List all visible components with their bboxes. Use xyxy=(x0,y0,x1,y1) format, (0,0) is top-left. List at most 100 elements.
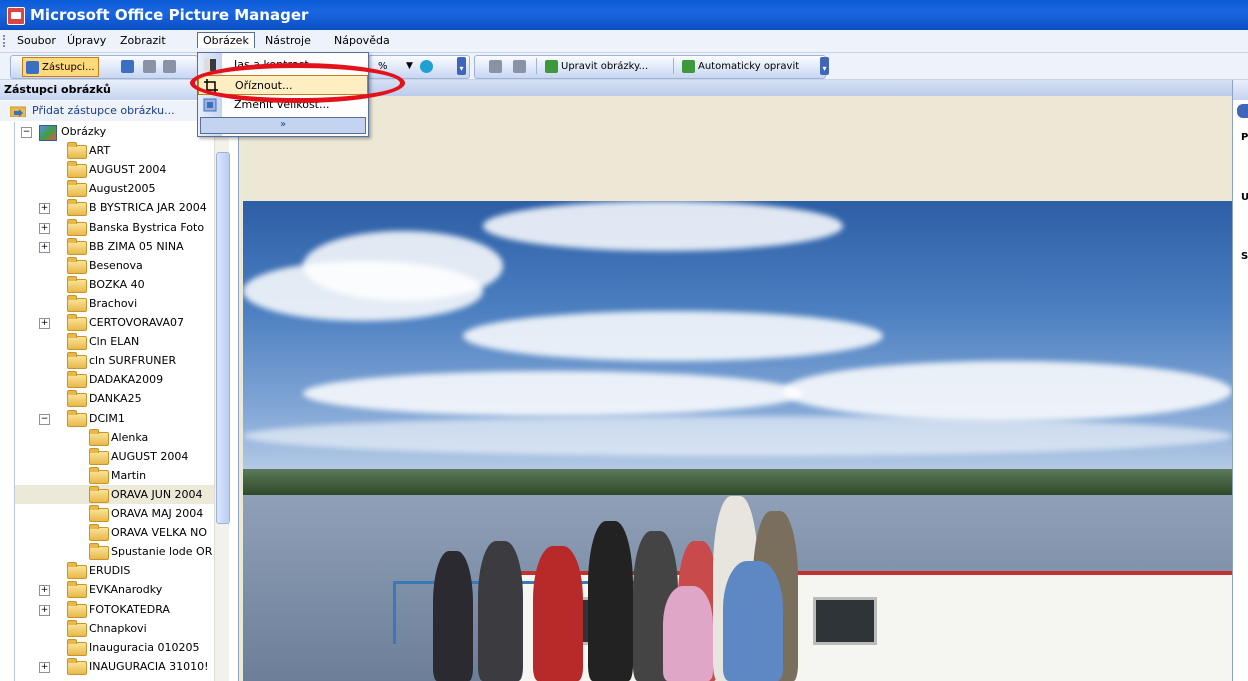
folder-icon xyxy=(67,199,87,216)
collapse-icon[interactable]: − xyxy=(21,127,32,138)
menu-grip-handle[interactable] xyxy=(3,35,8,47)
save-icon xyxy=(121,59,134,73)
tree-folder-row[interactable]: DADAKA2009 xyxy=(15,370,215,389)
photo-person xyxy=(663,586,713,681)
task-pane-letter: U xyxy=(1241,192,1248,203)
expand-menu-chevron[interactable]: » xyxy=(200,117,366,134)
scrollbar-thumb[interactable] xyxy=(216,152,230,524)
zoom-dropdown-arrow[interactable]: ▼ xyxy=(403,57,416,75)
folder-icon xyxy=(67,371,87,388)
toolbar-separator xyxy=(536,58,537,74)
menu-obrazek[interactable]: Obrázek xyxy=(197,32,255,48)
folder-icon xyxy=(67,390,87,407)
menu-zobrazit[interactable]: Zobrazit xyxy=(115,33,171,48)
task-pane-header xyxy=(1233,80,1248,100)
rotate-left-icon xyxy=(489,59,502,73)
tree-folder-label: ART xyxy=(89,144,111,157)
tree-folder-row[interactable]: Inauguracia 010205 xyxy=(15,638,215,657)
folder-icon xyxy=(89,505,109,522)
folder-icon xyxy=(67,562,87,579)
task-pane-edge: P U S xyxy=(1232,80,1248,681)
email-button[interactable] xyxy=(160,57,179,75)
tree-folder-label: BOZKA 40 xyxy=(89,278,145,291)
menu-nastroje[interactable]: Nástroje xyxy=(260,33,316,48)
tree-folder-row[interactable]: Alenka xyxy=(15,428,215,447)
menu-upravy[interactable]: Úpravy xyxy=(62,33,111,48)
folder-tree[interactable]: − Obrázky ART AUGUST 2004 August2005 + B BYS… xyxy=(14,122,229,681)
tree-folder-row[interactable]: − DCIM1 xyxy=(15,409,215,428)
expand-icon[interactable]: + xyxy=(39,223,50,234)
menu-bar: Soubor Úpravy Zobrazit Obrázek Nástroje … xyxy=(0,30,1248,53)
folder-icon xyxy=(67,314,87,331)
tree-folder-row[interactable]: ERUDIS xyxy=(15,561,215,580)
tree-folder-row[interactable]: + B BYSTRICA JAR 2004 xyxy=(15,198,215,217)
tree-folder-row[interactable]: BOZKA 40 xyxy=(15,275,215,294)
tree-folder-row[interactable]: + INAUGURACIA 31010! xyxy=(15,657,215,676)
menu-soubor[interactable]: Soubor xyxy=(12,33,61,48)
expand-icon[interactable]: + xyxy=(39,605,50,616)
tree-folder-row[interactable]: + CERTOVORAVA07 xyxy=(15,313,215,332)
tree-folder-row[interactable]: Spustanie lode OR xyxy=(15,542,215,561)
tree-root-obrazky[interactable]: − Obrázky xyxy=(15,122,215,141)
expand-icon[interactable]: + xyxy=(39,585,50,596)
tree-folder-row[interactable]: + BB ZIMA 05 NINA xyxy=(15,237,215,256)
tree-folder-label: Banska Bystrica Foto xyxy=(89,221,205,234)
folder-icon xyxy=(67,639,87,656)
edit-pictures-icon xyxy=(545,59,558,73)
folder-icon xyxy=(89,467,109,484)
photo-group-of-people xyxy=(423,491,843,681)
toolbar-options-chevron[interactable]: ▾ xyxy=(457,57,466,75)
toolbar-options-chevron[interactable]: ▾ xyxy=(820,57,829,75)
zastupci-button[interactable]: Zástupci... xyxy=(22,57,99,77)
save-button[interactable] xyxy=(118,57,137,75)
expand-icon[interactable]: + xyxy=(39,318,50,329)
tree-folder-row[interactable]: AUGUST 2004 xyxy=(15,447,215,466)
folder-icon xyxy=(67,658,87,675)
tree-folder-row[interactable]: Martin xyxy=(15,466,215,485)
tree-folder-label: CERTOVORAVA07 xyxy=(89,316,185,329)
photo-cloud xyxy=(783,361,1232,421)
edit-pictures-button[interactable]: Upravit obrázky... xyxy=(542,57,651,75)
tree-folder-row[interactable]: + EVKAnarodky xyxy=(15,580,215,599)
print-icon xyxy=(143,59,156,73)
tree-folder-row[interactable]: ORAVA VELKA NO xyxy=(15,523,215,542)
tree-folder-row[interactable]: + Banska Bystrica Foto xyxy=(15,218,215,237)
toolbar-separator xyxy=(673,58,674,74)
auto-correct-icon xyxy=(682,59,695,73)
tree-folder-row[interactable]: Brachovi xyxy=(15,294,215,313)
tree-folder-row[interactable]: ART xyxy=(15,141,215,160)
collapse-icon[interactable]: − xyxy=(39,414,50,425)
help-icon xyxy=(420,59,433,73)
tree-folder-row[interactable]: Besenova xyxy=(15,256,215,275)
auto-correct-button[interactable]: Automaticky opravit xyxy=(679,57,802,75)
tree-folder-row[interactable]: August2005 xyxy=(15,179,215,198)
expand-icon[interactable]: + xyxy=(39,242,50,253)
expand-icon[interactable]: + xyxy=(39,662,50,673)
rotate-left-button[interactable] xyxy=(486,57,505,75)
tree-folder-label: DADAKA2009 xyxy=(89,373,164,386)
tree-folder-row[interactable]: cln SURFRUNER xyxy=(15,351,215,370)
task-pane-tab[interactable] xyxy=(1237,104,1248,118)
tree-folder-row[interactable]: ORAVA MAJ 2004 xyxy=(15,504,215,523)
folder-icon xyxy=(67,295,87,312)
red-highlight-ellipse xyxy=(190,63,405,103)
tree-folder-row[interactable]: Cln ELAN xyxy=(15,332,215,351)
tree-folder-row[interactable]: + FOTOKATEDRA xyxy=(15,600,215,619)
help-button[interactable] xyxy=(417,57,436,75)
tree-scrollbar[interactable] xyxy=(214,122,230,681)
auto-correct-label: Automaticky opravit xyxy=(698,60,800,72)
photo-person xyxy=(533,546,583,681)
tree-folder-row[interactable]: Chnapkovi xyxy=(15,619,215,638)
menu-napoveda[interactable]: Nápověda xyxy=(329,33,395,48)
expand-icon[interactable]: + xyxy=(39,203,50,214)
preview-photo[interactable] xyxy=(243,201,1232,681)
window-title: Microsoft Office Picture Manager xyxy=(30,6,309,24)
zastupci-label: Zástupci... xyxy=(42,61,95,73)
photo-person xyxy=(723,561,783,681)
tree-folder-row[interactable]: DANKA25 xyxy=(15,389,215,408)
tree-folder-row[interactable]: AUGUST 2004 xyxy=(15,160,215,179)
print-button[interactable] xyxy=(140,57,159,75)
rotate-right-icon xyxy=(513,59,526,73)
tree-folder-row[interactable]: ORAVA JUN 2004 xyxy=(15,485,215,504)
rotate-right-button[interactable] xyxy=(510,57,529,75)
